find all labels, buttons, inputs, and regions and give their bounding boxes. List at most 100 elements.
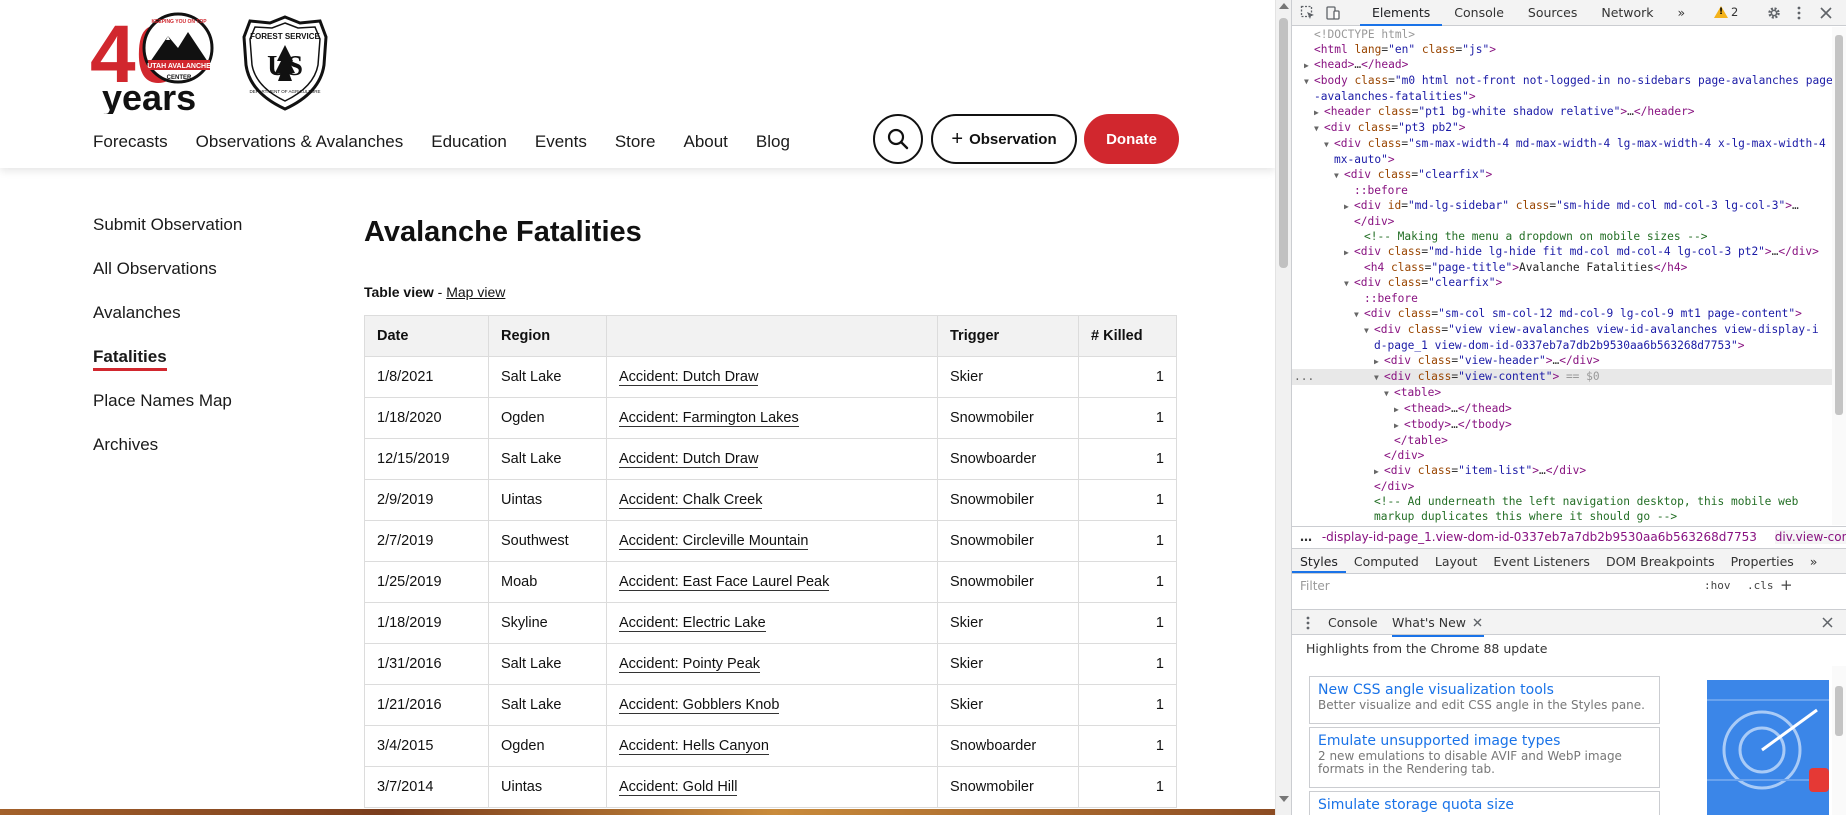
breadcrumb-item[interactable]: -display-id-page_1.view-dom-id-0337eb7a7… (1322, 530, 1757, 544)
whats-new-card[interactable]: Simulate storage quota size (1309, 791, 1660, 815)
expanded-triangle-icon[interactable]: ▼ (1314, 121, 1324, 136)
accident-link[interactable]: Accident: Dutch Draw (619, 451, 759, 468)
add-observation-button[interactable]: + Observation (931, 114, 1077, 164)
page-scrollbar[interactable] (1275, 0, 1291, 815)
expanded-triangle-icon[interactable]: ▼ (1364, 323, 1374, 338)
inspect-element-icon[interactable] (1300, 5, 1316, 21)
dom-node[interactable]: ▶ <div class="md-hide lg-hide fit md-col … (1292, 244, 1832, 260)
dom-node[interactable]: ▼ <div class="clearfix"> (1292, 167, 1832, 183)
drawer-menu-icon[interactable] (1302, 615, 1314, 631)
dom-node[interactable]: ▶ <div id="md-lg-sidebar" class="sm-hide … (1292, 198, 1832, 214)
dom-tree-scrollbar[interactable] (1832, 27, 1846, 525)
nav-events[interactable]: Events (535, 132, 587, 152)
device-toolbar-icon[interactable] (1325, 5, 1341, 21)
collapsed-triangle-icon[interactable]: ▶ (1394, 402, 1404, 417)
tab-layout[interactable]: Layout (1427, 549, 1486, 573)
dom-node[interactable]: ▶ <div class="item-list">…</div> (1292, 463, 1832, 479)
scroll-up-icon[interactable] (1279, 3, 1289, 9)
dom-node[interactable]: ▼ <body class="m0 html not-front not-logg… (1292, 73, 1832, 89)
col-header-region[interactable]: Region (488, 315, 607, 357)
dom-node[interactable]: ▼ <div class="sm-col sm-col-12 md-col-9 l… (1292, 306, 1832, 322)
nav-forecasts[interactable]: Forecasts (93, 132, 168, 152)
tab-properties[interactable]: Properties (1723, 549, 1802, 573)
map-view-link[interactable]: Map view (446, 284, 505, 300)
settings-gear-icon[interactable] (1766, 5, 1782, 21)
dom-node[interactable]: ▶ <tbody>…</tbody> (1292, 417, 1832, 433)
donate-button[interactable]: Donate (1084, 114, 1179, 164)
whats-new-card[interactable]: New CSS angle visualization tools Better… (1309, 676, 1660, 724)
dom-node[interactable]: </div> (1292, 214, 1832, 229)
styles-filter-input[interactable]: Filter (1300, 579, 1330, 593)
expanded-triangle-icon[interactable]: ▼ (1334, 168, 1344, 183)
accident-link[interactable]: Accident: Electric Lake (619, 615, 766, 632)
tab-dom-breakpoints[interactable]: DOM Breakpoints (1598, 549, 1723, 573)
collapsed-triangle-icon[interactable]: ▶ (1374, 464, 1384, 479)
dom-node[interactable]: ▼ <table> (1292, 385, 1832, 401)
col-header-date[interactable]: Date (364, 315, 489, 357)
accident-link[interactable]: Accident: East Face Laurel Peak (619, 574, 830, 591)
col-header-killed[interactable]: # Killed (1078, 315, 1177, 357)
more-options-icon[interactable] (1791, 5, 1807, 21)
accident-link[interactable]: Accident: Gobblers Knob (619, 697, 780, 714)
sidebar-item-avalanches[interactable]: Avalanches (93, 303, 242, 347)
dom-node[interactable]: ::before (1292, 291, 1832, 306)
drawer-tab-console[interactable]: Console (1328, 610, 1378, 635)
dom-node[interactable]: ▼ <div class="pt3 pb2"> (1292, 120, 1832, 136)
dom-node[interactable]: <!-- Ad underneath the left navigation d… (1292, 494, 1832, 509)
col-header-trigger[interactable]: Trigger (937, 315, 1079, 357)
collapsed-triangle-icon[interactable]: ▶ (1394, 418, 1404, 433)
nav-observations-avalanches[interactable]: Observations & Avalanches (196, 132, 404, 152)
tab-event-listeners[interactable]: Event Listeners (1485, 549, 1598, 573)
drawer-tab-whats-new[interactable]: What's New (1392, 610, 1485, 637)
accident-link[interactable]: Accident: Gold Hill (619, 779, 738, 796)
close-tab-icon[interactable] (1473, 618, 1482, 627)
dom-node[interactable]: ▶ <head>…</head> (1292, 57, 1832, 73)
dom-node[interactable]: ▼ <div class="clearfix"> (1292, 275, 1832, 291)
accident-link[interactable]: Accident: Farmington Lakes (619, 410, 799, 427)
utah-avalanche-center-logo[interactable]: 40 UTAH AVALANCHE CENTER KEEPING YOU ON … (90, 10, 226, 114)
nav-blog[interactable]: Blog (756, 132, 790, 152)
dom-node[interactable]: ▼ <div class="view view-avalanches view-i… (1292, 322, 1832, 338)
tab-elements[interactable]: Elements (1360, 0, 1443, 26)
dom-node[interactable]: ▼ <div class="sm-max-width-4 md-max-width… (1292, 136, 1832, 152)
breadcrumb-overflow[interactable]: … (1300, 530, 1312, 544)
dom-node[interactable]: markup duplicates this where it should g… (1292, 509, 1832, 524)
close-devtools-icon[interactable] (1818, 5, 1834, 21)
forest-service-logo[interactable]: FOREST SERVICE US DEPARTMENT OF AGRICULT… (240, 15, 330, 111)
tab-console[interactable]: Console (1442, 0, 1516, 26)
dom-node[interactable]: ▶ <header class="pt1 bg-white shadow rela… (1292, 104, 1832, 120)
dom-node[interactable]: -avalanches-fatalities"> (1292, 89, 1832, 104)
sidebar-item-archives[interactable]: Archives (93, 435, 242, 479)
tab-styles[interactable]: Styles (1292, 549, 1346, 573)
scroll-down-icon[interactable] (1279, 796, 1289, 802)
dom-node[interactable]: d-page_1 view-dom-id-0337eb7a7db2b9530aa… (1292, 338, 1832, 353)
accident-link[interactable]: Accident: Hells Canyon (619, 738, 769, 755)
accident-link[interactable]: Accident: Pointy Peak (619, 656, 761, 673)
expanded-triangle-icon[interactable]: ▼ (1304, 74, 1314, 89)
accident-link[interactable]: Accident: Circleville Mountain (619, 533, 809, 550)
accident-link[interactable]: Accident: Chalk Creek (619, 492, 763, 509)
tab-sources[interactable]: Sources (1516, 0, 1589, 26)
dom-node[interactable]: </table> (1292, 433, 1832, 448)
tab-computed[interactable]: Computed (1346, 549, 1427, 573)
whats-new-scrollbar-thumb[interactable] (1835, 686, 1843, 736)
hover-state-toggle[interactable]: :hov (1704, 579, 1731, 592)
dom-node[interactable]: <!DOCTYPE html> (1292, 27, 1832, 42)
whats-new-scrollbar[interactable] (1832, 666, 1846, 815)
more-tabs-icon[interactable]: » (1666, 0, 1698, 26)
expanded-triangle-icon[interactable]: ▼ (1384, 386, 1394, 401)
nav-about[interactable]: About (683, 132, 727, 152)
collapsed-triangle-icon[interactable]: ▶ (1344, 245, 1354, 260)
tab-network[interactable]: Network (1589, 0, 1665, 26)
dom-node[interactable]: ::before (1292, 183, 1832, 198)
sidebar-item-all-observations[interactable]: All Observations (93, 259, 242, 303)
collapsed-triangle-icon[interactable]: ▶ (1314, 105, 1324, 120)
dom-node[interactable]: mx-auto"> (1292, 152, 1832, 167)
dom-node[interactable]: <!-- Making the menu a dropdown on mobil… (1292, 229, 1832, 244)
dom-node[interactable]: <h4 class="page-title">Avalanche Fatalit… (1292, 260, 1832, 275)
dom-node[interactable]: </div> (1292, 479, 1832, 494)
nav-education[interactable]: Education (431, 132, 507, 152)
search-button[interactable] (873, 114, 923, 164)
sidebar-item-fatalities[interactable]: Fatalities (93, 347, 242, 391)
more-subtabs-icon[interactable]: » (1802, 549, 1826, 573)
